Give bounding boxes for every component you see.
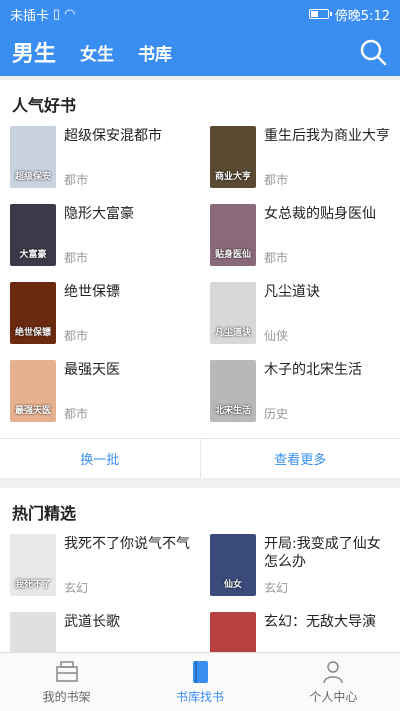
book-info: 武道长歌仙侠 <box>64 612 120 652</box>
section-title: 人气好书 <box>12 96 77 115</box>
section-actions: 换一批 查看更多 <box>0 438 400 478</box>
book-info: 超级保安混都市 都市 <box>64 126 162 188</box>
book-info: 绝世保镖 都市 <box>64 282 120 344</box>
status-bar: 未插卡 ▯ ◠ 傍晚5:12 <box>0 0 400 28</box>
book-title: 女总裁的贴身医仙 <box>264 206 376 222</box>
book-cover: 我死不了 <box>10 534 56 596</box>
book-cover: 超级保安 <box>10 126 56 188</box>
nav-label: 书库找书 <box>175 690 224 704</box>
book-item[interactable]: 大富豪 隐形大富豪都市 <box>0 204 200 282</box>
book-cover: 绝世保镖 <box>10 282 56 344</box>
tab-male[interactable]: 男生 <box>12 36 56 68</box>
book-cover: 仙女 <box>210 534 256 596</box>
book-info: 我死不了你说气不气 玄幻 <box>64 534 190 596</box>
book-item[interactable]: 超级保安 超级保安混都市 都市 <box>0 126 200 204</box>
book-item[interactable]: 最强天医 最强天医 都市 <box>0 360 200 438</box>
book-item[interactable]: 凡尘道诀 凡尘道诀 仙侠 <box>200 282 400 360</box>
book-title: 绝世保镖 <box>64 284 120 300</box>
cover-text: 北宋生活 <box>214 406 251 416</box>
nav-library[interactable]: 书库找书 <box>133 653 266 711</box>
cover-text: 最强天医 <box>14 406 51 416</box>
book-title: 玄幻：无敌大导演 <box>264 614 376 630</box>
book-title: 重生后我为商业大亨 <box>264 128 390 144</box>
book-info: 木子的北宋生活 历史 <box>264 360 362 422</box>
book-item[interactable]: 绝世保镖 绝世保镖 都市 <box>0 282 200 360</box>
cover-text: 超级保安 <box>14 172 51 182</box>
book-info: 重生后我为商业大亨 都市 <box>264 126 390 188</box>
book-cover: 大富豪 <box>10 204 56 266</box>
book-cover: 大导演 <box>210 612 256 652</box>
book-title: 隐形大富豪 <box>64 206 134 222</box>
book-category: 都市 <box>64 407 89 421</box>
book-item[interactable]: 贴身医仙 女总裁的贴身医仙 都市 <box>200 204 400 282</box>
sim-icon: ▯ <box>53 6 61 22</box>
book-info: 玄幻：无敌大导演玄幻 <box>264 612 376 652</box>
book-grid: 我死不了我死不了你说气不气玄幻仙女开局:我变成了仙女怎么办玄幻武道长歌武道长歌仙… <box>0 534 400 652</box>
main-content: 人气好书 超级保安 超级保安混都市 都市 商业大亨 重生后我为商业大亨 都市 大富豪 隐形大富… <box>0 76 400 652</box>
person-icon <box>323 661 344 684</box>
bottom-nav: 我的书架 书库找书 个人中心 <box>0 652 400 711</box>
cover-text: 仙女 <box>223 580 242 590</box>
top-nav: 男生 女生 书库 <box>0 28 400 76</box>
book-cover: 最强天医 <box>10 360 56 422</box>
book-cover: 北宋生活 <box>210 360 256 422</box>
book-title: 开局:我变成了仙女怎么办 <box>264 536 381 570</box>
book-title: 最强天医 <box>64 362 120 378</box>
book-info: 女总裁的贴身医仙 都市 <box>264 204 376 266</box>
clock-text: 傍晚5:12 <box>334 8 390 24</box>
search-icon[interactable] <box>358 37 388 67</box>
book-info: 隐形大富豪 都市 <box>64 204 134 266</box>
book-category: 玄幻 <box>64 581 89 595</box>
book-item[interactable]: 北宋生活 木子的北宋生活 历史 <box>200 360 400 438</box>
refresh-button[interactable]: 换一批 <box>0 439 201 478</box>
popular-section: 人气好书 超级保安 超级保安混都市 都市 商业大亨 重生后我为商业大亨 都市 大富豪 隐形大富… <box>0 80 400 478</box>
nav-profile[interactable]: 个人中心 <box>267 653 400 711</box>
book-category: 都市 <box>264 251 289 265</box>
book-cover: 贴身医仙 <box>210 204 256 266</box>
hot-section: 热门精选 我死不了 我死不了你说气不气 玄幻 仙女 开局:我变成了仙女怎么办 玄幻 武道长歌… <box>0 488 400 652</box>
bookshelf-icon <box>55 661 78 682</box>
section-title: 热门精选 <box>12 504 77 523</box>
nav-label: 个人中心 <box>309 690 358 704</box>
book-grid: 超级保安 超级保安混都市 都市 商业大亨 重生后我为商业大亨 都市 大富豪 隐形大富豪 都市 贴身… <box>0 126 400 438</box>
book-icon <box>192 661 208 683</box>
book-cover: 凡尘道诀 <box>210 282 256 344</box>
nav-label: 我的书架 <box>42 690 91 704</box>
book-item[interactable]: 我死不了 我死不了你说气不气 玄幻 <box>0 534 200 612</box>
book-title: 木子的北宋生活 <box>264 362 362 378</box>
cover-text: 贴身医仙 <box>214 250 251 260</box>
tab-library[interactable]: 书库 <box>138 40 172 65</box>
cover-text: 我死不了 <box>14 580 51 590</box>
book-title: 武道长歌 <box>64 614 120 630</box>
book-item[interactable]: 大导演玄幻：无敌大导演玄幻 <box>200 612 400 652</box>
book-info: 开局:我变成了仙女怎么办玄幻 <box>264 534 390 596</box>
book-category: 仙侠 <box>264 329 289 343</box>
nav-bookshelf[interactable]: 我的书架 <box>0 653 133 711</box>
book-category: 都市 <box>64 251 89 265</box>
book-item[interactable]: 仙女 开局:我变成了仙女怎么办玄幻 <box>200 534 400 612</box>
book-title: 超级保安混都市 <box>64 128 162 144</box>
carrier-text: 未插卡 <box>10 8 50 24</box>
book-category: 都市 <box>64 173 89 187</box>
book-title: 我死不了你说气不气 <box>64 536 190 552</box>
book-title: 凡尘道诀 <box>264 284 320 300</box>
battery-icon <box>308 9 332 19</box>
book-category: 玄幻 <box>264 581 289 595</box>
book-category: 都市 <box>264 173 289 187</box>
book-cover: 武道长歌 <box>10 612 56 652</box>
book-item[interactable]: 武道长歌武道长歌仙侠 <box>0 612 200 652</box>
cover-text: 大富豪 <box>19 250 47 260</box>
cover-text: 商业大亨 <box>214 172 251 182</box>
book-info: 凡尘道诀 仙侠 <box>264 282 320 344</box>
book-item[interactable]: 商业大亨 重生后我为商业大亨 都市 <box>200 126 400 204</box>
more-button[interactable]: 查看更多 <box>201 439 400 478</box>
book-category: 历史 <box>264 407 289 421</box>
tab-female[interactable]: 女生 <box>80 40 114 65</box>
cover-text: 凡尘道诀 <box>214 328 251 338</box>
cover-text: 绝世保镖 <box>14 328 51 338</box>
book-info: 最强天医 都市 <box>64 360 120 422</box>
book-cover: 商业大亨 <box>210 126 256 188</box>
book-category: 都市 <box>64 329 89 343</box>
wifi-icon: ◠ <box>64 6 76 22</box>
